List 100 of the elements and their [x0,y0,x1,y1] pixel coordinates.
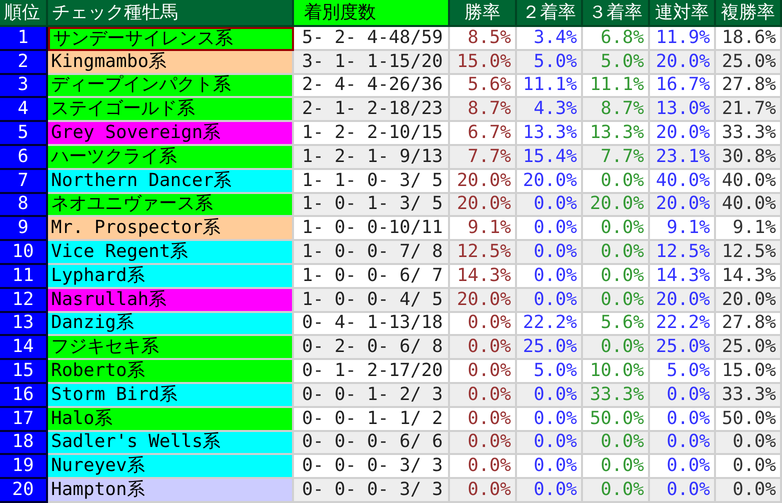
rate-cell: 8.7% [450,98,517,122]
sire-name-cell: ネオユニヴァース系 [48,194,294,218]
record-cell: 0- 1- 2-17/20 [294,360,450,384]
sire-name-cell: Roberto系 [48,360,294,384]
rate-cell: 14.3% [650,264,716,289]
column-header[interactable]: 勝率 [450,0,517,27]
rate-cell: 5.0% [517,360,583,384]
column-header[interactable]: ２着率 [517,0,583,27]
rate-cell: 0.0% [583,241,650,265]
record-cell: 1- 0- 0- 6/ 7 [294,264,450,289]
rate-cell: 0.0% [450,455,517,480]
record-cell: 5- 2- 4-48/59 [294,27,450,51]
record-cell: 0- 0- 0- 3/ 3 [294,455,450,480]
rate-cell: 0.0% [517,479,583,503]
sire-name-cell: Mr. Prospector系 [48,217,294,242]
rate-cell: 0.0% [650,455,716,480]
record-cell: 2- 1- 2-18/23 [294,98,450,122]
rate-cell: 0.0% [450,479,517,503]
column-header[interactable]: チェック種牡馬 [48,0,294,27]
rate-cell: 0.0% [583,455,650,480]
rate-cell: 4.3% [517,98,583,122]
rate-cell: 12.5% [716,241,782,265]
column-header[interactable]: 複勝率 [716,0,782,27]
rate-cell: 15.0% [450,50,517,75]
sire-name-cell: ステイゴールド系 [48,98,294,122]
rate-cell: 27.8% [716,312,782,336]
rate-cell: 20.0% [716,288,782,313]
rate-cell: 5.0% [650,360,716,384]
sire-name-cell: Sadler's Wells系 [48,432,294,456]
rate-cell: 8.7% [583,98,650,122]
rank-cell: 5 [0,122,48,146]
rate-cell: 18.6% [716,27,782,51]
rank-cell: 15 [0,360,48,384]
sire-name-cell: Nasrullah系 [48,288,294,313]
rank-cell: 13 [0,312,48,336]
rate-cell: 0.0% [583,264,650,289]
rate-cell: 7.7% [450,146,517,170]
rate-cell: 0.0% [583,479,650,503]
rate-cell: 22.2% [650,312,716,336]
rate-cell: 11.9% [650,27,716,51]
rate-cell: 0.0% [716,479,782,503]
rate-cell: 0.0% [517,241,583,265]
rate-cell: 9.1% [450,217,517,242]
rate-cell: 33.3% [583,384,650,408]
rate-cell: 0.0% [583,432,650,456]
rank-cell: 17 [0,408,48,432]
rank-cell: 9 [0,217,48,242]
rate-cell: 6.8% [583,27,650,51]
rate-cell: 22.2% [517,312,583,336]
rate-cell: 12.5% [650,241,716,265]
rate-cell: 0.0% [450,360,517,384]
rate-cell: 40.0% [716,170,782,194]
rate-cell: 0.0% [583,288,650,313]
rate-cell: 11.1% [583,74,650,98]
sire-name-cell: Danzig系 [48,312,294,336]
column-header[interactable]: 着別度数 [294,0,450,27]
rate-cell: 0.0% [583,217,650,242]
rate-cell: 11.1% [517,74,583,98]
rank-cell: 6 [0,146,48,170]
sire-name-cell: Lyphard系 [48,264,294,289]
column-header[interactable]: 連対率 [650,0,716,27]
rate-cell: 9.1% [650,217,716,242]
rate-cell: 0.0% [650,408,716,432]
sire-name-cell: Hampton系 [48,479,294,503]
column-header[interactable]: ３着率 [583,0,650,27]
record-cell: 1- 0- 0- 7/ 8 [294,241,450,265]
rate-cell: 20.0% [517,170,583,194]
rate-cell: 40.0% [716,194,782,218]
record-cell: 0- 2- 0- 6/ 8 [294,336,450,360]
rate-cell: 0.0% [517,432,583,456]
record-cell: 0- 0- 0- 3/ 3 [294,479,450,503]
sire-name-cell: フジキセキ系 [48,336,294,360]
rate-cell: 0.0% [650,479,716,503]
rank-cell: 2 [0,50,48,75]
record-cell: 2- 4- 4-26/36 [294,74,450,98]
rate-cell: 25.0% [517,336,583,360]
rate-cell: 0.0% [517,408,583,432]
sire-name-cell: Kingmambo系 [48,50,294,75]
rank-cell: 8 [0,194,48,218]
rate-cell: 33.3% [716,384,782,408]
rate-cell: 13.3% [517,122,583,146]
rank-cell: 4 [0,98,48,122]
rate-cell: 0.0% [650,432,716,456]
column-header[interactable]: 順位 [0,0,48,27]
record-cell: 3- 1- 1-15/20 [294,50,450,75]
rank-cell: 12 [0,288,48,313]
record-cell: 1- 1- 0- 3/ 5 [294,170,450,194]
rate-cell: 0.0% [716,432,782,456]
rate-cell: 20.0% [650,194,716,218]
rate-cell: 50.0% [583,408,650,432]
rate-cell: 5.0% [517,50,583,75]
rate-cell: 0.0% [517,288,583,313]
rate-cell: 5.6% [583,312,650,336]
rate-cell: 0.0% [450,384,517,408]
rate-cell: 0.0% [716,455,782,480]
rate-cell: 20.0% [650,288,716,313]
sire-name-cell: Northern Dancer系 [48,170,294,194]
rate-cell: 5.6% [450,74,517,98]
record-cell: 1- 0- 0-10/11 [294,217,450,242]
rank-cell: 19 [0,455,48,480]
